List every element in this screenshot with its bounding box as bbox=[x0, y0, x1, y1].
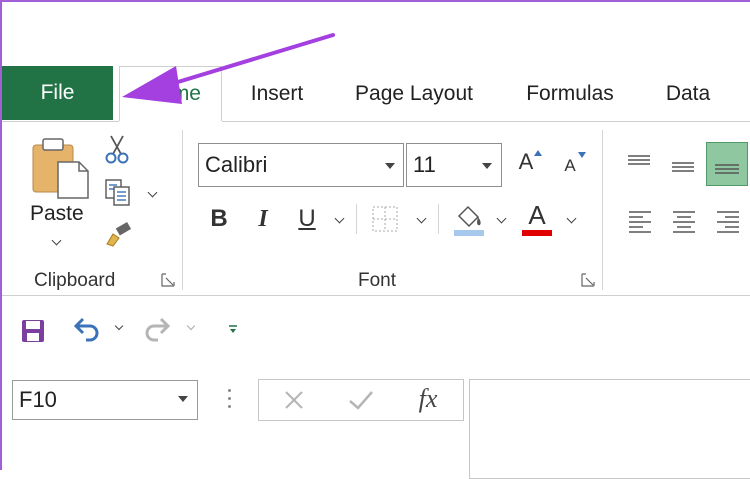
window-border-left bbox=[0, 0, 2, 470]
excel-window: File me Insert Page Layout Formulas Data… bbox=[0, 0, 750, 479]
annotation-arrow bbox=[122, 33, 335, 104]
window-border-top bbox=[0, 0, 750, 2]
